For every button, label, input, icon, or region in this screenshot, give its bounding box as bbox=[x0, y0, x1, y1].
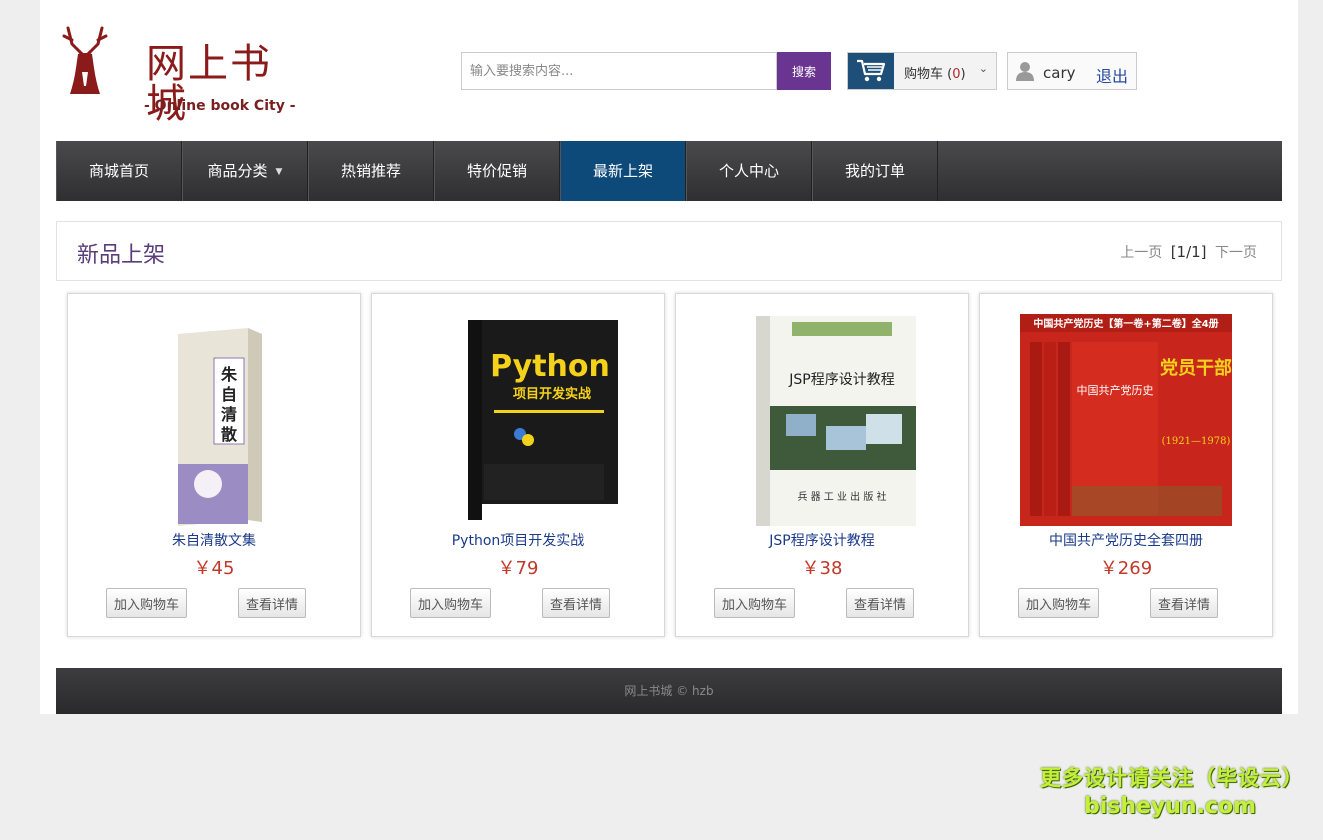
nav-item-orders[interactable]: 我的订单 bbox=[812, 141, 938, 201]
nav-item-label: 热销推荐 bbox=[340, 162, 401, 180]
product-cover-image[interactable]: 朱 自 清 散 bbox=[108, 314, 320, 526]
logo-subtitle: - Online book City - bbox=[144, 98, 296, 114]
nav-item-label: 我的订单 bbox=[844, 162, 905, 180]
logout-link[interactable]: 退出 bbox=[1096, 63, 1128, 87]
section-header: 新品上架 上一页 [1/1] 下一页 bbox=[56, 221, 1282, 281]
product-name[interactable]: 中国共产党历史全套四册 bbox=[980, 530, 1272, 550]
cover-title: Python bbox=[490, 349, 610, 384]
footer-text: 网上书城 © hzb bbox=[624, 684, 714, 698]
cover-title: JSP程序设计教程 bbox=[788, 372, 894, 388]
product-card: JSP程序设计教程 兵 器 工 业 出 版 社 JSP程序设计教程 ￥38 加入… bbox=[675, 293, 969, 637]
nav-item-promo[interactable]: 特价促销 bbox=[434, 141, 560, 201]
product-price: ￥38 bbox=[801, 558, 843, 579]
view-details-button[interactable]: 查看详情 bbox=[1150, 588, 1219, 618]
product-card: 朱 自 清 散 朱自清散文集 ￥45 加入购物车 查看详情 bbox=[67, 293, 361, 637]
cover-title: 朱 bbox=[221, 365, 238, 384]
product-price: ￥45 bbox=[193, 558, 235, 579]
page-container: 网上书城 - Online book City - 搜索 购物车 (0) ⌄ c… bbox=[40, 0, 1298, 714]
user-panel: cary 退出 bbox=[1007, 52, 1137, 90]
product-name[interactable]: 朱自清散文集 bbox=[68, 530, 360, 550]
user-icon bbox=[1016, 62, 1034, 81]
deer-logo-icon bbox=[62, 26, 108, 94]
watermark: 更多设计请关注（毕设云） bisheyun.com bbox=[1040, 762, 1304, 819]
chevron-down-icon: ⌄ bbox=[978, 62, 988, 75]
next-page-link[interactable]: 下一页 bbox=[1215, 245, 1257, 261]
svg-text:散: 散 bbox=[221, 425, 238, 444]
nav-item-categories[interactable]: 商品分类 ▼ bbox=[182, 141, 308, 201]
svg-text:(1921—1978): (1921—1978) bbox=[1162, 436, 1231, 447]
cart-label-text: 购物车 bbox=[904, 67, 944, 82]
add-to-cart-button[interactable]: 加入购物车 bbox=[106, 588, 188, 618]
search-button[interactable]: 搜索 bbox=[777, 52, 831, 90]
watermark-line2: bisheyun.com bbox=[1083, 794, 1257, 819]
watermark-line1: 更多设计请关注（毕设云） bbox=[1040, 766, 1304, 790]
add-to-cart-button[interactable]: 加入购物车 bbox=[1018, 588, 1100, 618]
section-title: 新品上架 bbox=[77, 243, 166, 268]
page-footer: 网上书城 © hzb bbox=[56, 668, 1282, 714]
cover-title: 中国共产党历史【第一卷+第二卷】全4册 bbox=[1033, 317, 1218, 330]
cart-label: 购物车 (0) bbox=[904, 67, 966, 82]
product-name[interactable]: Python项目开发实战 bbox=[372, 530, 664, 550]
svg-text:项目开发实战: 项目开发实战 bbox=[513, 386, 591, 402]
cart-dropdown[interactable]: 购物车 (0) ⌄ bbox=[847, 52, 997, 90]
product-name[interactable]: JSP程序设计教程 bbox=[676, 530, 968, 550]
nav-item-label: 个人中心 bbox=[718, 162, 779, 180]
product-price: ￥269 bbox=[1099, 558, 1153, 579]
site-logo[interactable]: 网上书城 - Online book City - bbox=[60, 22, 296, 124]
shopping-cart-icon bbox=[857, 59, 886, 82]
add-to-cart-button[interactable]: 加入购物车 bbox=[410, 588, 492, 618]
svg-text:兵 器 工 业 出 版 社: 兵 器 工 业 出 版 社 bbox=[797, 490, 886, 503]
view-details-button[interactable]: 查看详情 bbox=[846, 588, 915, 618]
svg-text:清: 清 bbox=[221, 405, 237, 424]
view-details-button[interactable]: 查看详情 bbox=[542, 588, 611, 618]
svg-text:党员干部: 党员干部 bbox=[1160, 357, 1232, 379]
nav-item-home[interactable]: 商城首页 bbox=[56, 141, 182, 201]
cart-icon-container bbox=[848, 53, 894, 89]
search-input[interactable] bbox=[461, 52, 777, 90]
main-nav: 商城首页 商品分类 ▼ 热销推荐 特价促销 最新上架 个人中心 我的订单 bbox=[56, 141, 1282, 201]
pagination: 上一页 [1/1] 下一页 bbox=[1120, 242, 1257, 262]
svg-text:中国共产党历史: 中国共产党历史 bbox=[1077, 383, 1154, 397]
product-cover-image[interactable]: Python 项目开发实战 bbox=[412, 314, 624, 526]
nav-item-label: 商城首页 bbox=[88, 162, 149, 180]
caret-down-icon: ▼ bbox=[275, 167, 283, 177]
product-cover-image[interactable]: JSP程序设计教程 兵 器 工 业 出 版 社 bbox=[716, 314, 928, 526]
view-details-button[interactable]: 查看详情 bbox=[238, 588, 307, 618]
svg-text:自: 自 bbox=[221, 385, 237, 404]
nav-item-hot[interactable]: 热销推荐 bbox=[308, 141, 434, 201]
nav-item-label: 最新上架 bbox=[592, 162, 653, 180]
cart-count: 0 bbox=[952, 67, 961, 82]
product-price: ￥79 bbox=[497, 558, 539, 579]
nav-item-label: 特价促销 bbox=[466, 162, 527, 180]
product-card: Python 项目开发实战 Python项目开发实战 ￥79 加入购物车 查看详… bbox=[371, 293, 665, 637]
prev-page-link[interactable]: 上一页 bbox=[1120, 245, 1162, 261]
page-indicator: [1/1] bbox=[1170, 243, 1207, 261]
product-cover-image[interactable]: 中国共产党历史【第一卷+第二卷】全4册 中国共产党历史 党员干部 (1921—1… bbox=[1020, 314, 1232, 526]
nav-item-profile[interactable]: 个人中心 bbox=[686, 141, 812, 201]
user-name: cary bbox=[1043, 64, 1076, 82]
nav-item-label: 商品分类 bbox=[207, 162, 268, 180]
add-to-cart-button[interactable]: 加入购物车 bbox=[714, 588, 796, 618]
nav-item-new[interactable]: 最新上架 bbox=[560, 141, 686, 201]
product-card: 中国共产党历史【第一卷+第二卷】全4册 中国共产党历史 党员干部 (1921—1… bbox=[979, 293, 1273, 637]
